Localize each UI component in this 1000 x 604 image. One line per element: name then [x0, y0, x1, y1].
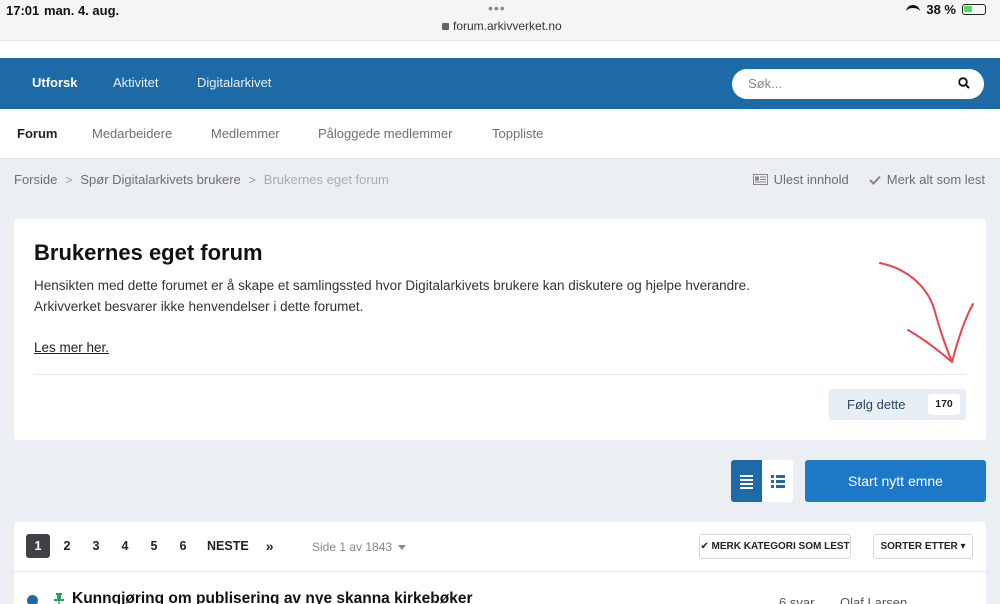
list-view-toggle[interactable] — [762, 460, 793, 502]
follow-button[interactable]: Følg dette 170 — [829, 389, 966, 420]
battery-percent: 38 % — [926, 2, 956, 17]
topic-replies: 6 svar — [779, 595, 815, 604]
page-6-button[interactable]: 6 — [171, 534, 195, 558]
page-2-button[interactable]: 2 — [55, 534, 79, 558]
topic-author[interactable]: Olaf Larsen — [840, 595, 907, 604]
page-title: Brukernes eget forum — [34, 240, 263, 265]
topic-title-link[interactable]: Kunngjøring om publisering av nye skanna… — [72, 590, 473, 604]
subnav-item-toppliste[interactable]: Toppliste — [492, 126, 543, 141]
read-more-link[interactable]: Les mer her. — [34, 340, 109, 355]
nav-item-aktivitet[interactable]: Aktivitet — [113, 75, 159, 90]
table-row[interactable]: Kunngjøring om publisering av nye skanna… — [14, 572, 986, 604]
clock-time: 17:01 — [6, 3, 40, 18]
primary-nav: Utforsk Aktivitet Digitalarkivet — [0, 58, 1000, 109]
follow-label: Følg dette — [847, 397, 906, 412]
page-4-button[interactable]: 4 — [113, 534, 137, 558]
breadcrumb-forside[interactable]: Forside — [14, 172, 57, 187]
unread-dot-icon — [27, 595, 38, 604]
subnav-item-medlemmer[interactable]: Medlemmer — [211, 126, 280, 141]
ios-status-bar: 17:01 man. 4. aug. ••• forum.arkivverket… — [0, 0, 1000, 40]
newspaper-icon — [752, 174, 768, 185]
search-input[interactable] — [748, 76, 948, 91]
nav-item-digitalarkivet[interactable]: Digitalarkivet — [197, 75, 271, 90]
breadcrumb-separator: > — [248, 172, 256, 187]
follow-count-badge: 170 — [928, 394, 960, 415]
forum-description-line: Hensikten med dette forumet er å skape e… — [34, 278, 750, 293]
breadcrumb: Forside > Spør Digitalarkivets brukere >… — [14, 172, 389, 187]
mark-all-read-label: Merk alt som lest — [886, 172, 985, 187]
check-icon — [869, 175, 881, 185]
tab-options-icon[interactable]: ••• — [488, 0, 506, 16]
breadcrumb-actions: Ulest innhold Merk alt som lest — [752, 172, 985, 187]
page-5-button[interactable]: 5 — [142, 534, 166, 558]
subnav-item-medarbeidere[interactable]: Medarbeidere — [92, 126, 172, 141]
address-url: forum.arkivverket.no — [453, 19, 562, 33]
browser-toolbar-strip — [0, 40, 1000, 58]
clock-date: man. 4. aug. — [44, 3, 120, 18]
breadcrumb-spor[interactable]: Spør Digitalarkivets brukere — [80, 172, 240, 187]
table-view-icon — [740, 475, 753, 489]
lock-icon — [442, 23, 449, 30]
battery-icon — [962, 4, 986, 15]
search-box[interactable] — [732, 69, 984, 99]
nav-item-utforsk[interactable]: Utforsk — [32, 75, 78, 90]
page-1-button[interactable]: 1 — [26, 534, 50, 558]
list-view-icon — [771, 475, 785, 488]
caret-down-icon — [398, 545, 407, 551]
mark-category-read-button[interactable]: ✔ MERK KATEGORI SOM LEST — [699, 534, 851, 559]
unread-content-link[interactable]: Ulest innhold — [752, 172, 849, 187]
sort-by-button[interactable]: SORTER ETTER ▾ — [873, 534, 973, 559]
wifi-icon — [906, 4, 921, 15]
last-page-button[interactable]: » — [266, 538, 274, 554]
table-view-toggle[interactable] — [731, 460, 762, 502]
address-bar[interactable]: forum.arkivverket.no — [442, 19, 562, 33]
page-info-label: Side 1 av 1843 — [312, 540, 393, 554]
forum-header-card: Brukernes eget forum Hensikten med dette… — [14, 219, 986, 440]
search-icon[interactable] — [958, 77, 970, 89]
forum-description: Hensikten med dette forumet er å skape e… — [34, 275, 854, 317]
forum-description-line: Arkivverket besvarer ikke henvendelser i… — [34, 299, 364, 314]
breadcrumb-separator: > — [65, 172, 73, 187]
subnav-item-paloggede[interactable]: Påloggede medlemmer — [318, 126, 452, 141]
pin-icon — [54, 593, 64, 604]
topic-list-panel: 1 2 3 4 5 6 NESTE » Side 1 av 1843 ✔ MER… — [14, 522, 986, 604]
page-3-button[interactable]: 3 — [84, 534, 108, 558]
card-divider — [34, 374, 966, 375]
secondary-nav: Forum Medarbeidere Medlemmer Påloggede m… — [0, 109, 1000, 159]
pagination: 1 2 3 4 5 6 NESTE » — [26, 534, 273, 558]
next-page-button[interactable]: NESTE — [207, 539, 249, 553]
unread-content-label: Ulest innhold — [773, 172, 849, 187]
subnav-item-forum[interactable]: Forum — [17, 126, 57, 141]
page-jump-dropdown[interactable]: Side 1 av 1843 — [312, 540, 407, 554]
mark-all-read-link[interactable]: Merk alt som lest — [869, 172, 985, 187]
start-new-topic-button[interactable]: Start nytt emne — [805, 460, 986, 502]
breadcrumb-current: Brukernes eget forum — [263, 172, 389, 187]
system-indicators: 38 % — [906, 2, 986, 17]
